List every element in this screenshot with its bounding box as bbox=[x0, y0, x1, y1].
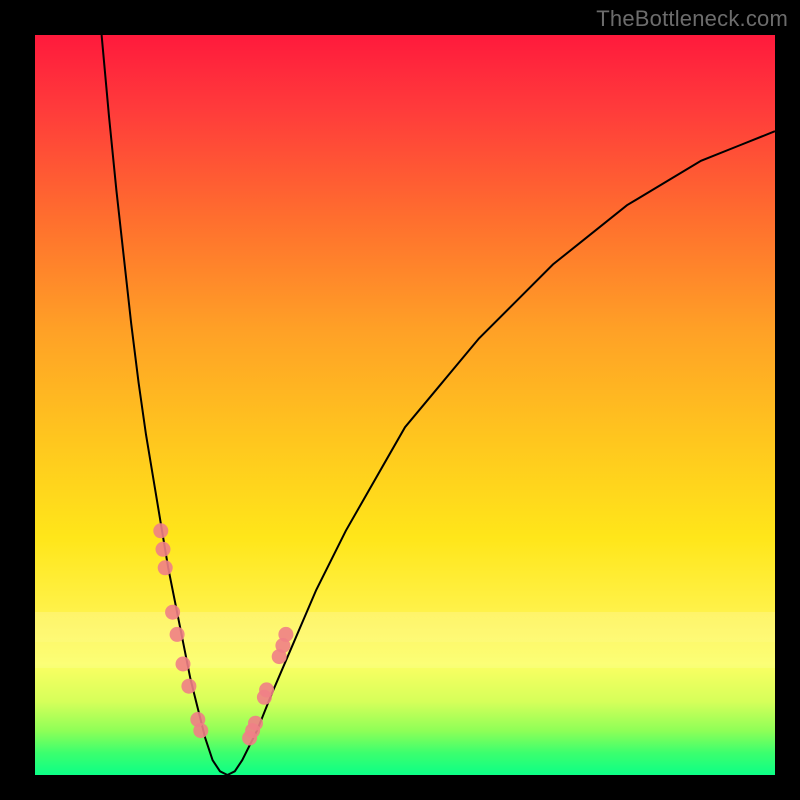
chart-svg bbox=[35, 35, 775, 775]
chart-frame: TheBottleneck.com bbox=[0, 0, 800, 800]
data-marker bbox=[165, 605, 180, 620]
data-marker bbox=[156, 542, 171, 557]
data-marker bbox=[153, 523, 168, 538]
watermark-text: TheBottleneck.com bbox=[596, 6, 788, 32]
bottleneck-curve bbox=[102, 35, 775, 775]
data-marker bbox=[158, 560, 173, 575]
data-marker bbox=[181, 679, 196, 694]
data-marker bbox=[193, 723, 208, 738]
data-marker bbox=[278, 627, 293, 642]
data-marker bbox=[176, 657, 191, 672]
data-marker bbox=[248, 716, 263, 731]
data-marker bbox=[259, 682, 274, 697]
data-marker bbox=[170, 627, 185, 642]
data-markers bbox=[153, 523, 293, 745]
plot-area bbox=[35, 35, 775, 775]
